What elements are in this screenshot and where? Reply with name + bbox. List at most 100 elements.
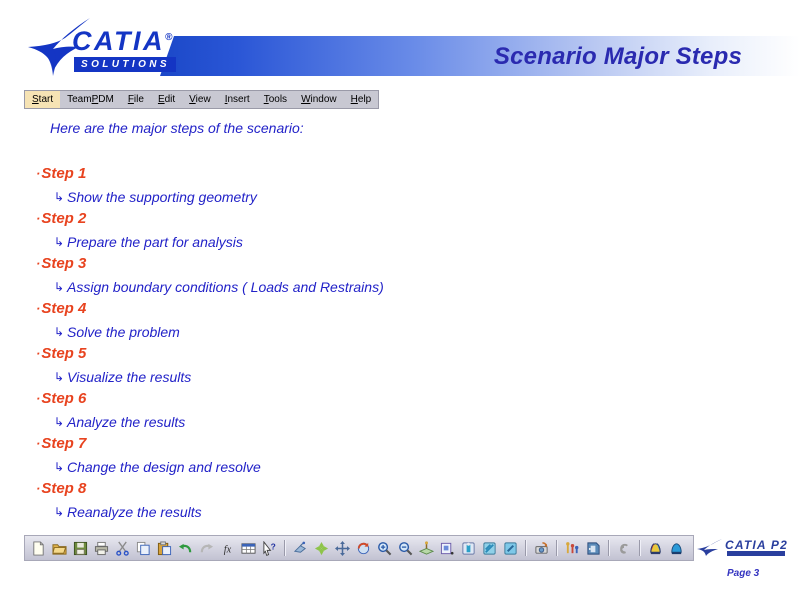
bullet-icon: ·: [36, 346, 41, 361]
sub-bullet-arrow-icon: ↳: [54, 369, 65, 384]
step-title-text: Step 3: [41, 255, 87, 272]
paste-icon: [157, 540, 172, 555]
mesh-part-blue-icon: [671, 542, 682, 554]
toolbar-button-table-grid[interactable]: [239, 539, 258, 558]
toolbar-separator: [639, 540, 641, 556]
toolbar-button-fly-through[interactable]: [291, 539, 310, 558]
toolbar-button-apply-material[interactable]: [501, 539, 520, 558]
step-detail-row: ↳ Solve the problem: [36, 321, 596, 344]
step-detail-row: ↳ Change the design and resolve: [36, 456, 596, 479]
menu-item-file[interactable]: File: [121, 91, 151, 108]
menu-item-insert[interactable]: Insert: [218, 91, 257, 108]
toolbar-button-camera[interactable]: [532, 539, 551, 558]
toolbar-button-print[interactable]: [92, 539, 111, 558]
step-title-text: Step 2: [41, 210, 87, 227]
toolbar-button-copy[interactable]: [134, 539, 153, 558]
menu-item-start[interactable]: Start: [25, 91, 61, 108]
redo-arrow-icon: [200, 543, 214, 552]
slide-header: CATIA® SOLUTIONS Scenario Major Steps: [0, 0, 800, 86]
sub-bullet-arrow-icon: ↳: [54, 459, 65, 474]
menu-item-tools[interactable]: Tools: [257, 91, 294, 108]
print-icon: [94, 541, 109, 555]
step-detail-text: Change the design and resolve: [67, 458, 261, 475]
toolbar-button-formula-fx[interactable]: fx: [218, 539, 237, 558]
toolbar-separator: [556, 540, 558, 556]
p2-wordmark: CATIA P2: [725, 538, 788, 552]
view-cube-icon: [440, 542, 454, 554]
registered-mark-icon: ®: [165, 32, 173, 43]
open-folder-icon: [52, 543, 67, 555]
toolbar-separator: [608, 540, 610, 556]
step-detail-row: ↳ Reanalyze the results: [36, 501, 596, 524]
step-heading-row: ·Step 3: [36, 253, 596, 276]
apply-material-icon: [504, 541, 517, 555]
step-detail-row: ↳ Visualize the results: [36, 366, 596, 389]
toolbar-button-pan-move[interactable]: [333, 539, 352, 558]
step-title: ·Step 4: [36, 298, 596, 321]
toolbar-button-view-cube[interactable]: [438, 539, 457, 558]
undo-arrow-icon: [178, 543, 192, 552]
toolbar-button-save-disk[interactable]: [71, 539, 90, 558]
toolbar-button-shading[interactable]: [459, 539, 478, 558]
bullet-icon: ·: [36, 301, 41, 316]
step-detail-text: Assign boundary conditions ( Loads and R…: [67, 278, 384, 295]
bullet-icon: ·: [36, 211, 41, 226]
toolbar-button-spiral-swirl[interactable]: [615, 539, 634, 558]
formula-fx-icon: fx: [224, 544, 232, 555]
fly-through-icon: [293, 541, 307, 553]
menu-item-help[interactable]: Help: [344, 91, 379, 108]
step-heading-row: ·Step 2: [36, 208, 596, 231]
step-detail-text: Analyze the results: [67, 413, 186, 430]
svg-text:?: ?: [271, 541, 276, 551]
shading-icon: [462, 541, 475, 555]
bullet-icon: ·: [36, 481, 41, 496]
toolbar-button-rotate[interactable]: [354, 539, 373, 558]
normal-view-icon: [419, 540, 434, 555]
toolbar-button-redo-arrow[interactable]: [197, 539, 216, 558]
toolbar-button-new-document[interactable]: [29, 539, 48, 558]
solutions-badge: SOLUTIONS: [74, 57, 176, 72]
step-detail-row: ↳ Show the supporting geometry: [36, 186, 596, 209]
menu-item-view[interactable]: View: [182, 91, 218, 108]
menu-item-edit[interactable]: Edit: [151, 91, 182, 108]
fit-all-in-icon: [314, 541, 329, 555]
mesh-part-icon: [650, 542, 661, 554]
toolbar-button-zoom-out[interactable]: [396, 539, 415, 558]
menu-item-window[interactable]: Window: [294, 91, 344, 108]
measure-icon: [566, 541, 579, 553]
step-detail-text: Solve the problem: [67, 323, 180, 340]
toolbar-button-measure[interactable]: [563, 539, 582, 558]
table-grid-icon: [241, 542, 256, 554]
toolbar-button-zoom-in[interactable]: [375, 539, 394, 558]
toolbar-button-mesh-part[interactable]: [646, 539, 665, 558]
toolbar-button-analysis[interactable]: [584, 539, 603, 558]
toolbar-button-fit-all-in[interactable]: [312, 539, 331, 558]
toolbar-button-normal-view[interactable]: [417, 539, 436, 558]
menu-bar: Start TeamPDM File Edit View Insert Tools Windo…: [24, 90, 380, 109]
step-title-text: Step 1: [41, 165, 87, 182]
spiral-swirl-icon: [620, 543, 628, 554]
step-title: ·Step 6: [36, 388, 596, 411]
step-title: ·Step 2: [36, 208, 596, 231]
step-heading-row: ·Step 7: [36, 433, 596, 456]
zoom-in-icon: [378, 541, 392, 555]
step-title: ·Step 1: [36, 163, 596, 186]
menu-item-teampdm[interactable]: TeamPDM: [60, 91, 121, 108]
toolbar-button-undo-arrow[interactable]: [176, 539, 195, 558]
analysis-icon: [587, 541, 600, 555]
toolbar-button-open-folder[interactable]: [50, 539, 69, 558]
toolbar-button-help-pointer[interactable]: ?: [260, 539, 279, 558]
p2-swoosh-icon: [697, 539, 722, 556]
toolbar-button-cut-scissors[interactable]: [113, 539, 132, 558]
toolbar-button-mesh-part-blue[interactable]: [667, 539, 686, 558]
toolbar-button-render-style[interactable]: [480, 539, 499, 558]
step-detail-row: ↳ Prepare the part for analysis: [36, 231, 596, 254]
step-title: ·Step 3: [36, 253, 596, 276]
render-style-icon: [483, 541, 496, 555]
sub-bullet-arrow-icon: ↳: [54, 189, 65, 204]
toolbar-button-paste[interactable]: [155, 539, 174, 558]
svg-text:fx: fx: [224, 544, 232, 555]
camera-icon: [535, 541, 548, 554]
step-heading-row: ·Step 1: [36, 163, 596, 186]
step-detail-text: Reanalyze the results: [67, 503, 202, 520]
